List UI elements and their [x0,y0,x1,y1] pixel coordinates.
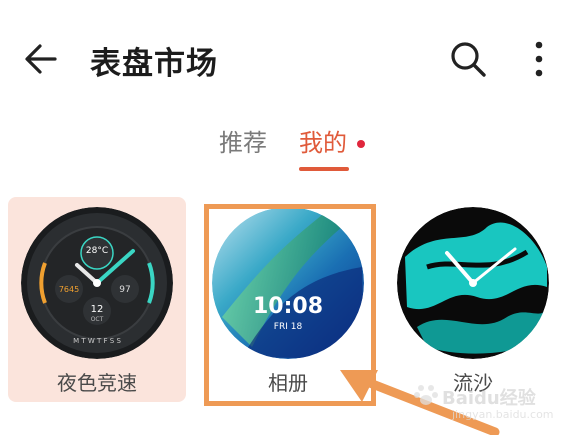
back-button[interactable] [18,36,64,82]
face-weekdays: M T W T F S S [73,337,121,345]
search-button[interactable] [443,34,493,84]
face-right-num: 97 [119,285,130,295]
dial-name: 相册 [268,371,308,395]
album-watch-face: 10:08 FRI 18 [212,207,364,359]
dial-name: 夜色竞速 [57,371,137,395]
face-date: FRI 18 [274,322,303,332]
dial-preview: 28°C 7645 97 12 OCT M T W T F S S [21,207,173,359]
dial-card-night-racing[interactable]: 28°C 7645 97 12 OCT M T W T F S S 夜色竞速 [8,197,186,402]
tab-mine[interactable]: 我的 [299,125,347,165]
app-header: 表盘市场 [0,0,572,115]
more-button[interactable] [522,34,556,84]
more-vertical-icon [535,41,543,77]
dial-card-album[interactable]: 10:08 FRI 18 相册 [208,197,368,402]
quicksand-watch-face [397,207,549,359]
page-title: 表盘市场 [90,46,218,82]
sport-watch-face: 28°C 7645 97 12 OCT M T W T F S S [21,207,173,359]
dial-preview: 10:08 FRI 18 [212,207,364,359]
active-tab-indicator [299,167,349,171]
face-left-num: 7645 [59,285,79,294]
arrow-left-icon [25,44,57,74]
dial-preview [397,207,549,359]
dial-name: 流沙 [453,371,493,395]
face-month: OCT [91,316,104,323]
tab-bar: 推荐 我的 [0,125,572,175]
face-date: 12 [91,304,104,315]
watermark-sub: jingyan.baidu.com [452,408,554,421]
notification-dot [357,140,365,148]
tab-recommend[interactable]: 推荐 [219,125,267,165]
face-time: 10:08 [253,294,323,319]
search-icon [451,42,486,77]
dial-card-quicksand[interactable]: 流沙 [393,197,553,402]
face-temp: 28°C [86,246,108,256]
